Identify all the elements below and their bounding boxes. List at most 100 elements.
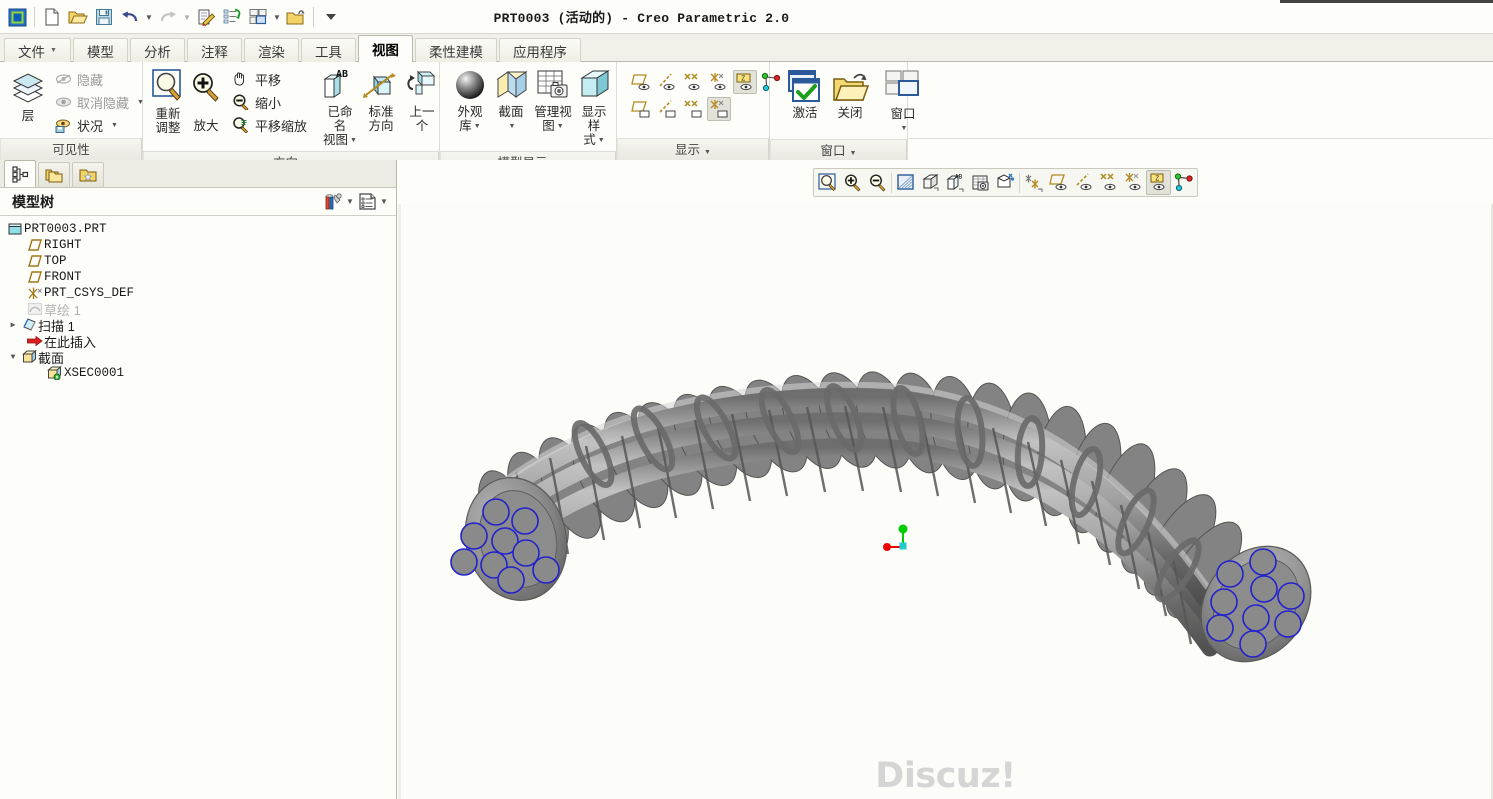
gfx-zoom-out-icon[interactable] [865,170,890,195]
unhide-button[interactable]: 取消隐藏 ▼ [50,91,149,113]
point-display-icon[interactable] [681,70,705,94]
zoom-out-label: 缩小 [255,95,282,111]
tree-node-part[interactable]: PRT0003.PRT [0,221,396,237]
standard-orientation-button[interactable]: 标准 方向 [360,66,402,136]
expander-collapsed-icon[interactable]: ▶ [6,320,20,330]
csys-display-icon[interactable] [707,70,731,94]
close-window-icon [833,73,870,101]
gfx-save-image-icon[interactable] [968,170,993,195]
tree-node-front[interactable]: FRONT [0,269,396,285]
manage-views-button[interactable]: 管理视 图 ▼ [532,66,574,137]
gfx-point-display-icon[interactable] [1096,170,1121,195]
gfx-axis-display-icon[interactable] [1071,170,1096,195]
appearance-gallery-button[interactable]: 外观 库 ▼ [450,66,490,137]
tree-node-right[interactable]: RIGHT [0,237,396,253]
tree-filter-icon [325,193,342,210]
ribbon-group-visibility: 层 隐藏 取消隐藏 ▼ 状况 ▼ 可见性 [0,62,144,160]
tree-settings-button[interactable] [356,191,378,213]
axis-tag-display-icon[interactable] [655,97,679,121]
zoom-out-button[interactable]: 缩小 [227,91,312,113]
status-button[interactable]: 状况 ▼ [50,114,149,136]
point-tag-display-icon[interactable] [681,97,705,121]
gfx-plane-display-icon[interactable] [1046,170,1071,195]
named-views-button[interactable]: AB 已命名 视图 ▼ [320,66,360,151]
gfx-zoom-in-icon[interactable] [840,170,865,195]
tree-node-top[interactable]: TOP [0,253,396,269]
nav-tab-favorites[interactable] [72,162,104,187]
pan-button[interactable]: 平移 [227,68,312,90]
graphics-viewport[interactable]: Discuz! [398,204,1493,799]
display-style-button[interactable]: 显示样 式 ▼ [574,66,614,151]
display-style-label-l2: 式 [583,133,596,147]
pan-zoom-label: 平移缩放 [255,118,308,134]
annotation-display-icon[interactable]: Z [733,70,757,94]
display-style-caret[interactable]: ▼ [598,137,605,144]
tab-model[interactable]: 模型 [72,38,128,62]
gfx-display-style-icon[interactable] [918,170,943,195]
section-label: 截面 [498,105,524,119]
gfx-annotation-display-icon[interactable] [1021,170,1046,195]
tab-file[interactable]: 文件 ▼ [4,38,71,62]
nav-tab-model-tree[interactable] [4,160,36,187]
expander-expanded-icon[interactable]: ▼ [6,353,20,362]
sweep-icon [20,318,38,332]
refit-icon [152,69,181,101]
group-show-caret[interactable]: ▼ [704,149,711,156]
activate-button[interactable]: 激活 [782,66,828,123]
section-button[interactable]: 截面 ▼ [490,66,532,137]
pan-zoom-icon [233,117,249,133]
layers-button[interactable]: 层 [6,70,50,126]
pan-zoom-button[interactable]: 平移缩放 [227,114,312,136]
close-button[interactable]: 关闭 [828,66,872,123]
refit-label-l1: 重新 [155,107,181,121]
orientation-small-buttons: 平移 缩小 平移缩放 [227,66,312,136]
ribbon-group-orientation: 重新 调整 放大 平移 缩小 平移缩放 AB 已命名 视图 ▼ 标准 方向 上一… [143,62,442,173]
appearance-caret[interactable]: ▼ [474,123,481,130]
group-window-caret[interactable]: ▼ [850,150,857,157]
creo-application-window: ▼ ▼ ▼ PRT0003 (活动的) - Creo Parametric 2.… [0,0,1493,799]
gfx-appearance-icon[interactable] [993,170,1018,195]
status-caret[interactable]: ▼ [111,122,118,129]
tab-flexible-modeling[interactable]: 柔性建模 [414,38,497,62]
ribbon-tab-bar: 文件 ▼ 模型 分析 注释 渲染 工具 视图 柔性建模 应用程序 [0,34,1493,62]
tab-annotate[interactable]: 注释 [186,38,242,62]
previous-view-button[interactable]: 上一 个 [402,66,442,136]
cable-body [450,371,1312,663]
refit-button[interactable]: 重新 调整 [149,66,187,138]
tree-node-label: PRT0003.PRT [24,222,107,236]
tree-filter-button[interactable] [322,191,344,213]
section-caret[interactable]: ▼ [509,123,516,130]
tab-analysis[interactable]: 分析 [129,38,185,62]
datum-plane-icon [26,255,44,267]
section-icon [496,70,528,98]
named-views-caret[interactable]: ▼ [350,137,357,144]
window-button-caret[interactable]: ▼ [901,125,908,132]
appearance-label-l2: 库 [459,119,472,133]
hide-button[interactable]: 隐藏 [50,68,149,90]
tab-render[interactable]: 渲染 [243,38,299,62]
svg-text:AB: AB [955,174,963,181]
axis-display-icon[interactable] [655,70,679,94]
tab-view[interactable]: 视图 [357,35,413,62]
tree-node-sections[interactable]: ▼ 截面 [0,349,396,366]
tree-filter-caret[interactable]: ▼ [344,197,356,206]
csys-tag-display-icon[interactable] [707,97,731,121]
nav-tab-folder-browser[interactable] [38,162,70,187]
zoom-in-button[interactable]: 放大 [187,68,225,136]
gfx-repaint-icon[interactable] [893,170,918,195]
gfx-divider-1 [891,172,892,193]
tab-applications[interactable]: 应用程序 [498,38,581,62]
gfx-divider-2 [1019,172,1020,193]
gfx-csys-display-icon[interactable] [1121,170,1146,195]
plane-tag-display-icon[interactable] [629,97,653,121]
gfx-annotation-toggle-icon[interactable]: Z [1146,170,1171,195]
gfx-refit-icon[interactable] [815,170,840,195]
manage-views-caret[interactable]: ▼ [557,123,564,130]
tree-node-xsec[interactable]: XSEC0001 [0,365,396,381]
gfx-named-view-icon[interactable]: AB [943,170,968,195]
plane-display-icon[interactable] [629,70,653,94]
tree-settings-caret[interactable]: ▼ [378,197,390,206]
tab-tools[interactable]: 工具 [300,38,356,62]
gfx-spin-center-icon[interactable] [1171,170,1196,195]
discuz-watermark: Discuz! [875,756,1016,796]
